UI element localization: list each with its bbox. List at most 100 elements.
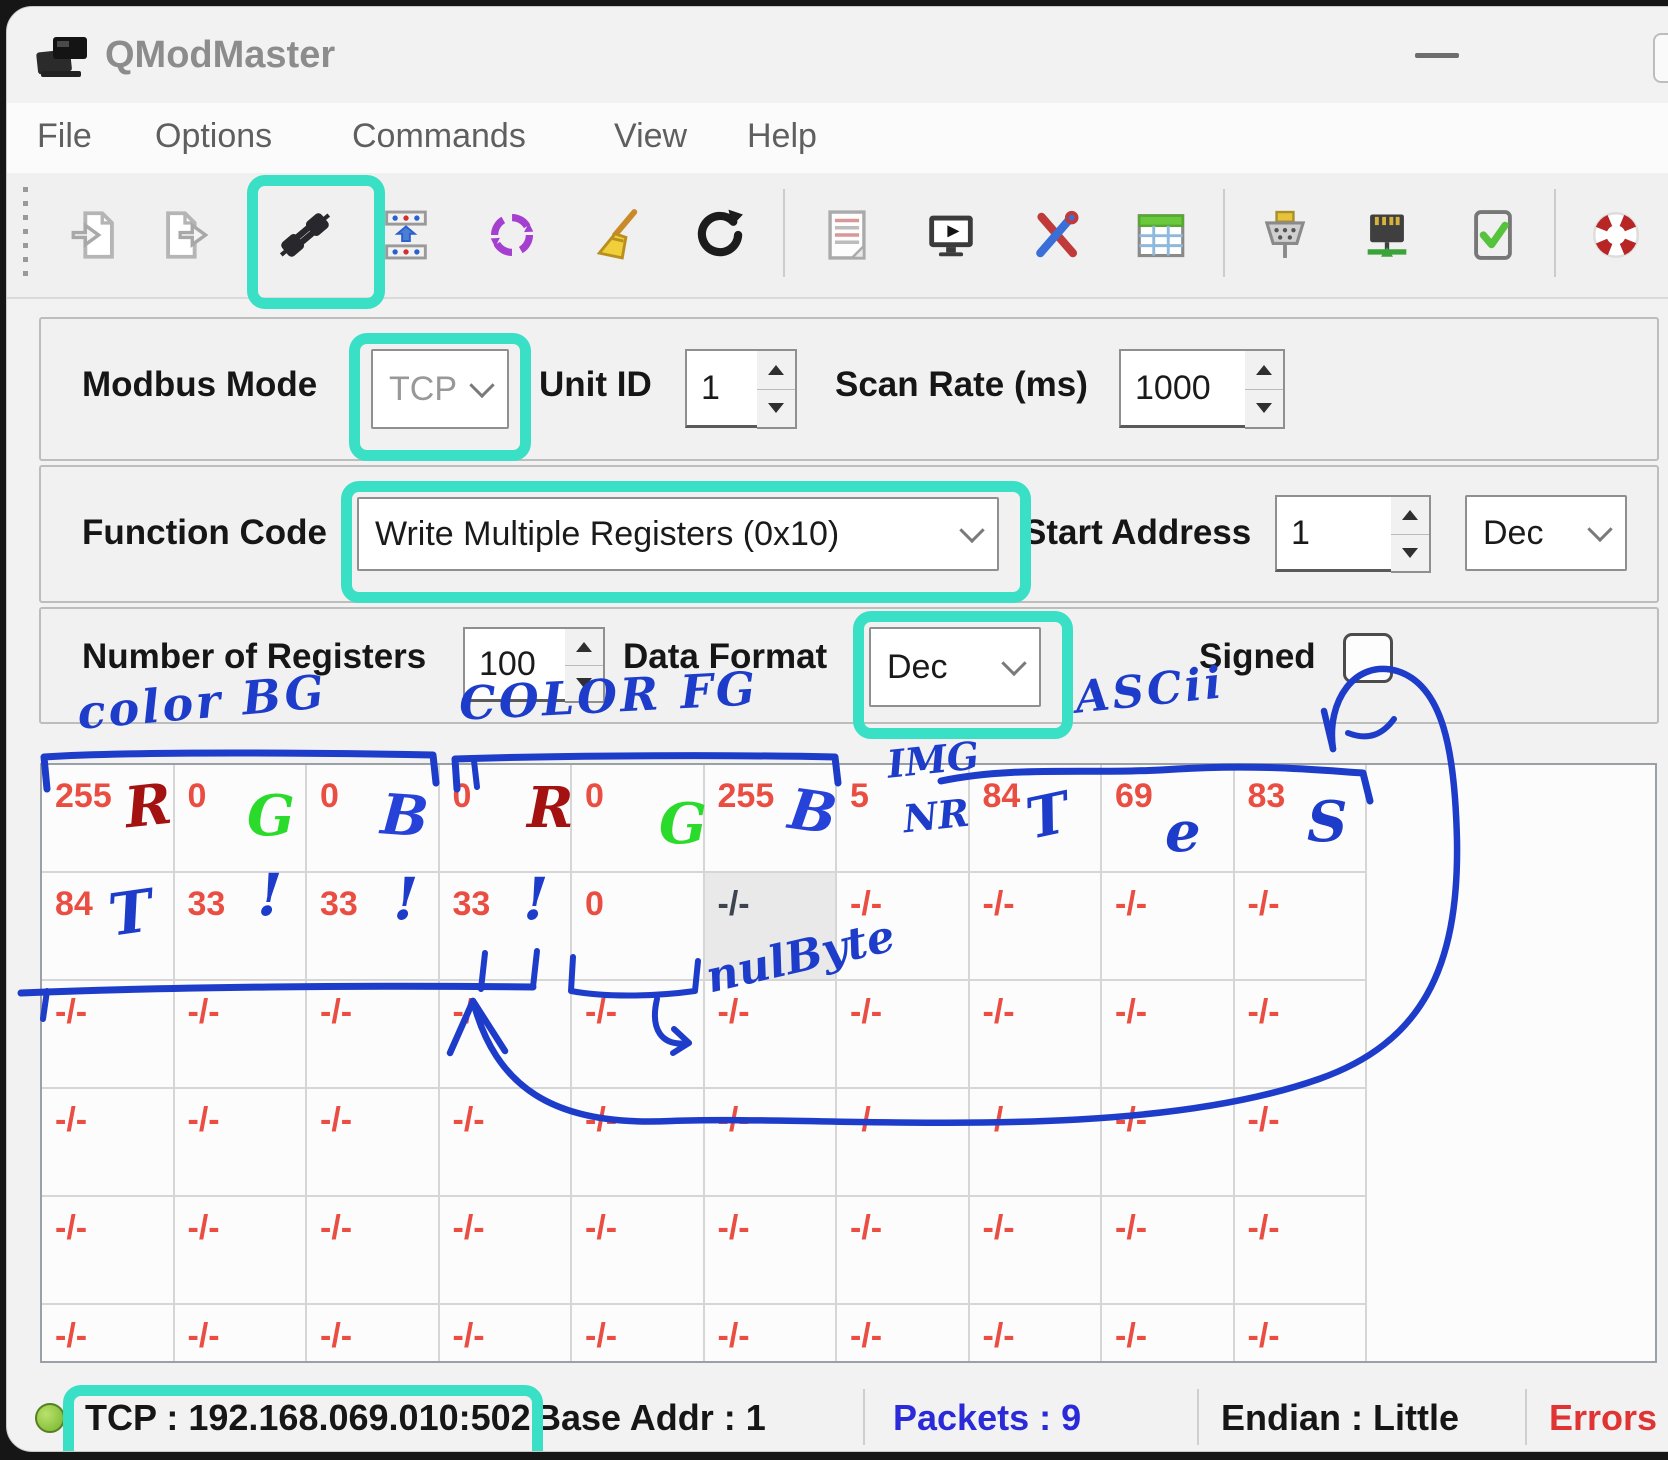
- save-session-button[interactable]: [147, 197, 223, 273]
- table-cell[interactable]: -/-: [175, 1197, 308, 1305]
- title-bar[interactable]: QModMaster: [7, 7, 1668, 103]
- table-cell[interactable]: -/-: [837, 981, 970, 1089]
- table-cell[interactable]: -/-: [42, 1305, 175, 1363]
- menu-options[interactable]: Options: [155, 117, 272, 156]
- registers-view-button[interactable]: [1123, 197, 1199, 273]
- reset-counters-button[interactable]: [682, 197, 758, 273]
- table-cell[interactable]: -/-: [970, 873, 1103, 981]
- function-code-select[interactable]: Write Multiple Registers (0x10): [357, 497, 999, 571]
- table-cell[interactable]: 0: [175, 765, 308, 873]
- table-cell[interactable]: -/-: [705, 1089, 838, 1197]
- table-cell[interactable]: -/-: [970, 1305, 1103, 1363]
- lifebuoy-icon: [1587, 206, 1645, 264]
- table-cell[interactable]: 5: [837, 765, 970, 873]
- toolbar-drag-handle[interactable]: [23, 187, 28, 283]
- table-cell[interactable]: -/-: [705, 1305, 838, 1363]
- table-cell[interactable]: -/-: [970, 1089, 1103, 1197]
- start-address-input[interactable]: 1: [1275, 495, 1395, 572]
- unit-id-stepper[interactable]: [757, 349, 797, 429]
- table-cell[interactable]: -/-: [175, 981, 308, 1089]
- table-cell[interactable]: -/-: [175, 1089, 308, 1197]
- minimize-button[interactable]: [1415, 53, 1459, 58]
- table-cell[interactable]: 33: [175, 873, 308, 981]
- table-cell[interactable]: -/-: [440, 1305, 573, 1363]
- signed-checkbox[interactable]: [1343, 633, 1393, 683]
- unit-id-input[interactable]: 1: [685, 349, 761, 428]
- table-cell[interactable]: -/-: [175, 1305, 308, 1363]
- number-of-registers-input[interactable]: 100: [463, 627, 569, 702]
- table-cell[interactable]: -/-: [42, 1197, 175, 1305]
- table-cell[interactable]: -/-: [440, 1089, 573, 1197]
- table-cell[interactable]: -/-: [440, 981, 573, 1089]
- table-cell[interactable]: 0: [307, 765, 440, 873]
- table-cell[interactable]: -/-: [307, 1197, 440, 1305]
- table-cell[interactable]: -/-: [1102, 1089, 1235, 1197]
- table-cell[interactable]: -/-: [970, 1197, 1103, 1305]
- table-cell[interactable]: 69: [1102, 765, 1235, 873]
- log-button[interactable]: [809, 197, 885, 273]
- table-cell[interactable]: 255: [705, 765, 838, 873]
- table-cell[interactable]: 0: [440, 765, 573, 873]
- write-read-cycle-button[interactable]: [368, 197, 444, 273]
- help-button[interactable]: [1578, 197, 1654, 273]
- maximize-button[interactable]: [1653, 33, 1668, 83]
- scan-rate-stepper[interactable]: [1245, 349, 1285, 429]
- table-cell[interactable]: -/-: [837, 1305, 970, 1363]
- table-cell[interactable]: 84: [970, 765, 1103, 873]
- table-cell[interactable]: -/-: [1235, 1197, 1368, 1305]
- table-cell[interactable]: -/-: [42, 1089, 175, 1197]
- table-cell[interactable]: -/-: [837, 1197, 970, 1305]
- table-cell[interactable]: -/-: [1102, 981, 1235, 1089]
- network-settings-button[interactable]: [1349, 197, 1425, 273]
- table-cell[interactable]: -/-: [705, 981, 838, 1089]
- table-cell[interactable]: -/-: [572, 981, 705, 1089]
- menu-help[interactable]: Help: [747, 117, 817, 156]
- menu-view[interactable]: View: [614, 117, 687, 156]
- table-cell[interactable]: 0: [572, 765, 705, 873]
- table-cell[interactable]: -/-: [440, 1197, 573, 1305]
- clear-button[interactable]: [577, 197, 653, 273]
- table-cell[interactable]: -/-: [1102, 1305, 1235, 1363]
- table-cell[interactable]: -/-: [572, 1089, 705, 1197]
- menu-file[interactable]: File: [37, 117, 92, 156]
- table-cell[interactable]: -/-: [572, 1305, 705, 1363]
- table-cell[interactable]: -/-: [42, 981, 175, 1089]
- cell-value: -/-: [718, 1209, 750, 1248]
- table-cell[interactable]: 0: [572, 873, 705, 981]
- table-cell[interactable]: -/-: [307, 981, 440, 1089]
- start-address-format-select[interactable]: Dec: [1465, 495, 1627, 571]
- table-cell[interactable]: 33: [307, 873, 440, 981]
- menu-commands[interactable]: Commands: [352, 117, 526, 156]
- table-cell[interactable]: 33: [440, 873, 573, 981]
- table-cell[interactable]: -/-: [705, 873, 838, 981]
- table-cell[interactable]: -/-: [970, 981, 1103, 1089]
- start-address-stepper[interactable]: [1391, 495, 1431, 573]
- table-cell[interactable]: -/-: [1235, 981, 1368, 1089]
- serial-settings-button[interactable]: [1247, 197, 1323, 273]
- table-cell[interactable]: -/-: [837, 1089, 970, 1197]
- connect-button[interactable]: [267, 197, 343, 273]
- bus-monitor-button[interactable]: [913, 197, 989, 273]
- table-cell[interactable]: 255: [42, 765, 175, 873]
- table-cell[interactable]: -/-: [1102, 1197, 1235, 1305]
- cell-value: -/-: [1248, 885, 1280, 924]
- table-cell[interactable]: 83: [1235, 765, 1368, 873]
- number-of-registers-stepper[interactable]: [565, 627, 605, 703]
- table-cell[interactable]: -/-: [705, 1197, 838, 1305]
- modbus-mode-select[interactable]: TCP: [371, 349, 509, 429]
- table-cell[interactable]: -/-: [307, 1089, 440, 1197]
- scan-button[interactable]: [474, 197, 550, 273]
- table-cell[interactable]: -/-: [1235, 1089, 1368, 1197]
- settings-button[interactable]: [1018, 197, 1094, 273]
- table-cell[interactable]: -/-: [307, 1305, 440, 1363]
- table-cell[interactable]: -/-: [837, 873, 970, 981]
- load-session-button[interactable]: [57, 197, 133, 273]
- table-cell[interactable]: -/-: [1235, 873, 1368, 981]
- table-cell[interactable]: -/-: [1235, 1305, 1368, 1363]
- table-cell[interactable]: -/-: [572, 1197, 705, 1305]
- table-cell[interactable]: 84: [42, 873, 175, 981]
- valid-request-button[interactable]: [1455, 197, 1531, 273]
- scan-rate-input[interactable]: 1000: [1119, 349, 1249, 428]
- table-cell[interactable]: -/-: [1102, 873, 1235, 981]
- data-format-select[interactable]: Dec: [869, 627, 1041, 707]
